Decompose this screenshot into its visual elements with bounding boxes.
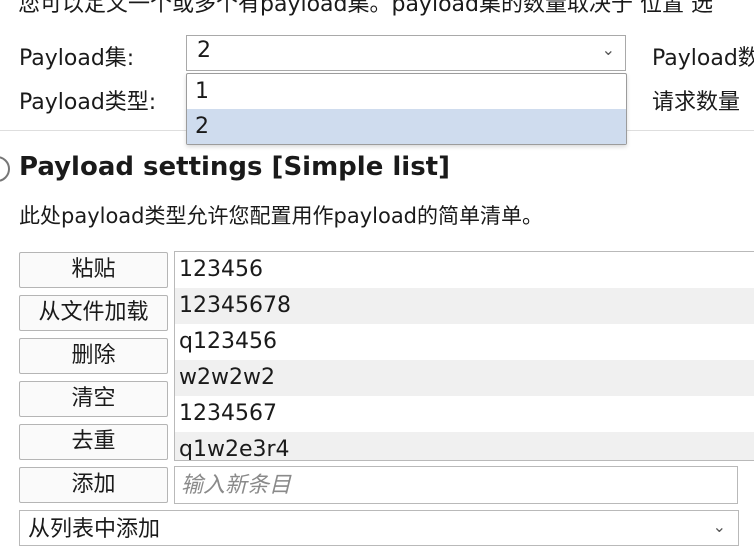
- deduplicate-button[interactable]: 去重: [19, 424, 168, 460]
- paste-button[interactable]: 粘贴: [19, 252, 168, 288]
- list-item[interactable]: w2w2w2: [175, 360, 754, 396]
- add-from-list-select[interactable]: 从列表中添加 ⌄: [19, 510, 739, 546]
- add-button[interactable]: 添加: [19, 467, 168, 503]
- new-item-field[interactable]: [174, 466, 738, 504]
- collapse-toggle-icon[interactable]: [0, 156, 10, 182]
- section-title: Payload settings [Simple list]: [19, 152, 450, 182]
- payload-count-label: Payload数: [652, 46, 754, 71]
- list-item[interactable]: 123456: [175, 252, 754, 288]
- load-from-file-button[interactable]: 从文件加载: [19, 295, 168, 331]
- payload-set-dropdown: 1 2: [186, 73, 627, 145]
- request-count-label: 请求数量: [652, 90, 741, 115]
- payload-set-value: 2: [197, 38, 211, 63]
- payload-list[interactable]: 123456 12345678 q123456 w2w2w2 1234567 q…: [174, 251, 754, 461]
- list-item[interactable]: q1w2e3r4: [175, 432, 754, 460]
- dropdown-option-2[interactable]: 2: [187, 109, 626, 144]
- list-item[interactable]: 1234567: [175, 396, 754, 432]
- section-description: 此处payload类型允许您配置用作payload的简单清单。: [19, 204, 544, 228]
- add-from-list-value: 从列表中添加: [28, 517, 161, 542]
- payload-set-label: Payload集:: [19, 46, 135, 71]
- new-item-input[interactable]: [175, 467, 737, 503]
- chevron-down-icon: ⌄: [712, 517, 726, 536]
- intro-text: 您可以定义一个或多个有payload集。payload集的数量取决于 位置 选: [18, 0, 713, 17]
- remove-button[interactable]: 删除: [19, 338, 168, 374]
- dropdown-option-1[interactable]: 1: [187, 74, 626, 109]
- list-item[interactable]: 12345678: [175, 288, 754, 324]
- clear-button[interactable]: 清空: [19, 381, 168, 417]
- list-item[interactable]: q123456: [175, 324, 754, 360]
- payload-set-select[interactable]: 2 ⌄: [186, 35, 626, 71]
- payload-type-label: Payload类型:: [19, 90, 157, 115]
- chevron-down-icon: ⌄: [601, 40, 615, 59]
